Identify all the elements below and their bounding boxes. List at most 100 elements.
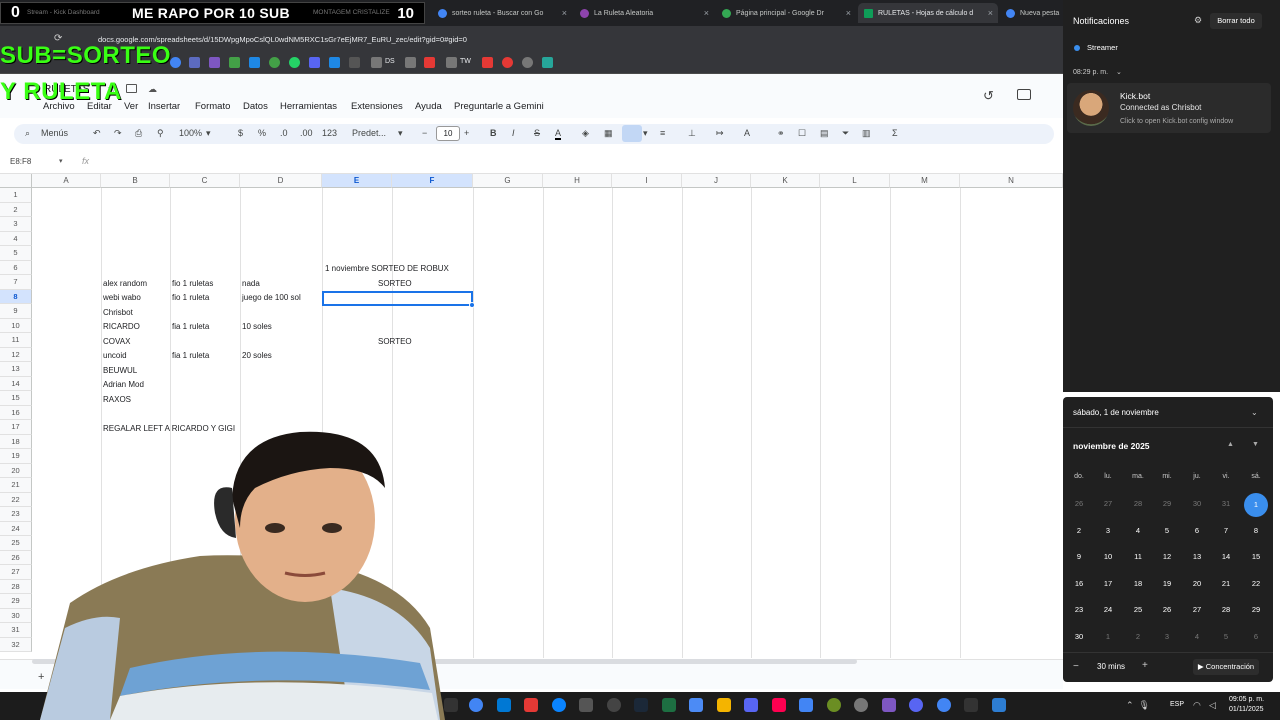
menu-herramientas[interactable]: Herramientas [280,101,337,112]
chevron-down-icon[interactable]: ▾ [59,157,63,165]
column-header-e[interactable]: E [322,174,392,188]
volume-icon[interactable]: ◁ [1209,700,1216,711]
obs-icon[interactable] [607,698,621,712]
filter-icon[interactable]: ⏷ [842,128,849,139]
taskbar-app-icon[interactable] [799,698,813,712]
menu-gemini[interactable]: Preguntarle a Gemini [454,101,544,112]
calendar-day[interactable]: 7 [1214,521,1238,541]
menu-ver[interactable]: Ver [124,101,138,112]
excel-icon[interactable] [662,698,676,712]
cell-c12[interactable]: fia 1 ruleta [172,349,209,363]
close-icon[interactable]: × [704,8,709,18]
focus-start-button[interactable]: ▶ Concentración [1193,659,1259,675]
font-size-input[interactable]: 10 [436,126,460,141]
bookmark-icon[interactable] [482,57,493,68]
cell-e11[interactable]: SORTEO [378,335,412,349]
whatsapp-icon[interactable] [289,57,300,68]
calendar-day[interactable]: 3 [1155,627,1179,647]
wifi-icon[interactable]: ◠ [1193,700,1201,711]
cloud-icon[interactable]: ☁ [148,84,157,95]
calendar-day-today[interactable]: 1 [1244,493,1268,517]
chevron-down-icon[interactable]: ▾ [643,128,648,139]
cell-b7[interactable]: alex random [103,277,147,291]
wrap-icon[interactable]: ↦ [716,128,724,139]
language-indicator[interactable]: ESP [1170,701,1184,708]
calendar-day[interactable]: 10 [1096,547,1120,567]
clock-time[interactable]: 09:05 p. m. [1229,696,1264,703]
bookmark-icon[interactable] [209,57,220,68]
menu-insertar[interactable]: Insertar [148,101,180,112]
select-all-corner[interactable] [0,174,32,188]
calendar-day[interactable]: 9 [1067,547,1091,567]
calendar-day[interactable]: 5 [1155,521,1179,541]
taskbar-app-icon[interactable] [524,698,538,712]
column-header-i[interactable]: I [612,174,682,188]
calendar-day[interactable]: 29 [1155,494,1179,514]
calendar-day[interactable]: 30 [1185,494,1209,514]
google-icon[interactable] [170,57,181,68]
calendar-day[interactable]: 29 [1244,600,1268,620]
browser-tab-new[interactable]: Nueva pesta [1000,3,1063,23]
taskbar-app-icon[interactable] [854,698,868,712]
views-icon[interactable]: ▥ [862,128,871,139]
insert-comment-icon[interactable]: ☐ [798,128,806,139]
rotate-icon[interactable]: A [744,128,750,138]
close-icon[interactable]: × [562,8,567,18]
selected-range-e8-f8[interactable] [322,291,473,306]
chevron-down-icon[interactable]: ▾ [206,128,211,139]
tray-icons[interactable]: ⌃ 🎙 [1126,700,1150,711]
calendar-day[interactable]: 20 [1185,574,1209,594]
discord-icon[interactable] [309,57,320,68]
name-box[interactable]: E8:F8 [10,157,31,166]
column-header-l[interactable]: L [820,174,890,188]
kick-icon[interactable] [229,57,240,68]
column-header-b[interactable]: B [101,174,170,188]
font-size-increase-icon[interactable]: + [464,128,469,138]
borders-icon[interactable]: ▦ [604,128,613,139]
row-header-7[interactable]: 7 [0,275,32,290]
calendar-day[interactable]: 16 [1067,574,1091,594]
fill-handle[interactable] [469,302,475,308]
increase-decimal-button[interactable]: .00 [300,128,313,138]
strikethrough-button[interactable]: S [534,128,540,138]
cell-b8[interactable]: webi wabo [103,291,141,305]
menus-button[interactable]: Menús [41,128,68,138]
calendar-day[interactable]: 23 [1067,600,1091,620]
calendar-day[interactable]: 27 [1185,600,1209,620]
row-header-8[interactable]: 8 [0,289,32,304]
percent-button[interactable]: % [258,128,266,138]
chrome-icon[interactable] [937,698,951,712]
browser-tab-drive[interactable]: Página principal - Google Dr × [716,3,856,23]
text-color-button[interactable]: A [555,128,562,140]
calendar-day[interactable]: 4 [1126,521,1150,541]
row-header-2[interactable]: 2 [0,202,32,217]
calendar-day[interactable]: 4 [1185,627,1209,647]
number-format-button[interactable]: 123 [322,128,337,138]
folder-icon[interactable] [405,57,416,68]
clear-all-button[interactable]: Borrar todo [1210,13,1262,29]
focus-increase-button[interactable]: + [1142,660,1148,671]
row-header-6[interactable]: 6 [0,260,32,275]
comment-icon[interactable] [1017,89,1031,100]
row-header-3[interactable]: 3 [0,217,32,232]
taskbar-app-icon[interactable] [992,698,1006,712]
calendar-day[interactable]: 6 [1185,521,1209,541]
row-header-11[interactable]: 11 [0,333,32,348]
cell-e6[interactable]: 1 noviembre SORTEO DE ROBUX [325,262,449,276]
paint-format-icon[interactable]: ⚲ [157,128,164,139]
functions-icon[interactable]: Σ [892,128,898,138]
chrome-icon[interactable] [469,698,483,712]
calendar-day[interactable]: 26 [1067,494,1091,514]
menu-extensiones[interactable]: Extensiones [351,101,403,112]
row-header-16[interactable]: 16 [0,405,32,420]
decrease-decimal-button[interactable]: .0 [280,128,288,138]
taskbar-app-icon[interactable] [964,698,978,712]
chart-icon[interactable]: ▤ [820,128,829,139]
calendar-day[interactable]: 24 [1096,600,1120,620]
cell-b13[interactable]: BEUWUL [103,364,137,378]
column-header-h[interactable]: H [543,174,612,188]
history-icon[interactable]: ↺ [983,88,994,104]
taskbar-app-icon[interactable] [744,698,758,712]
folder-icon[interactable] [446,57,457,68]
row-header-4[interactable]: 4 [0,231,32,246]
